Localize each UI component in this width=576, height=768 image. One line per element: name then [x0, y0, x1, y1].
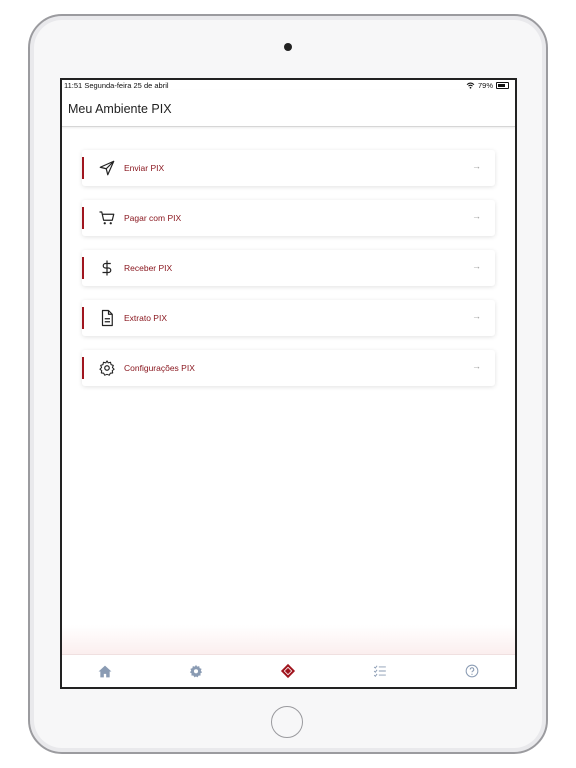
home-icon: [98, 665, 112, 677]
tab-home[interactable]: [97, 663, 113, 679]
status-bar: 11:51 Segunda-feira 25 de abril 79%: [62, 80, 515, 90]
page-title: Meu Ambiente PIX: [68, 102, 172, 116]
menu-item-enviar-pix[interactable]: Enviar PIX →: [82, 150, 495, 186]
pix-logo-icon: [280, 663, 296, 679]
bottom-gradient: [62, 625, 515, 655]
status-right: 79%: [466, 81, 509, 90]
document-icon: [101, 309, 113, 327]
app-header: Meu Ambiente PIX: [62, 90, 515, 127]
menu-item-extrato-pix[interactable]: Extrato PIX →: [82, 300, 495, 336]
tab-help[interactable]: [464, 663, 480, 679]
battery-percent: 79%: [477, 81, 493, 90]
accent-bar: [82, 357, 84, 379]
checklist-icon: [373, 665, 386, 677]
gear-icon: [99, 360, 115, 376]
status-time: 11:51: [64, 81, 83, 90]
arrow-right-icon: →: [472, 361, 481, 371]
menu-item-receber-pix[interactable]: Receber PIX →: [82, 250, 495, 286]
front-camera: [284, 43, 292, 51]
arrow-right-icon: →: [472, 261, 481, 271]
arrow-right-icon: →: [472, 311, 481, 321]
help-icon: [465, 664, 479, 678]
tab-settings[interactable]: [188, 663, 204, 679]
status-date: Segunda-feira 25 de abril: [84, 81, 169, 90]
tab-pix[interactable]: [280, 663, 296, 679]
menu-item-pagar-com-pix[interactable]: Pagar com PIX →: [82, 200, 495, 236]
arrow-right-icon: →: [472, 161, 481, 171]
status-left: 11:51 Segunda-feira 25 de abril: [64, 81, 169, 90]
app-screen: 11:51 Segunda-feira 25 de abril 79% Meu …: [60, 78, 517, 689]
accent-bar: [82, 157, 84, 179]
pix-menu: Enviar PIX → Pagar com PIX → Receber PIX…: [82, 150, 495, 400]
arrow-right-icon: →: [472, 211, 481, 221]
accent-bar: [82, 307, 84, 329]
settings-icon: [189, 664, 203, 678]
home-button[interactable]: [271, 706, 303, 738]
menu-item-configuracoes-pix[interactable]: Configurações PIX →: [82, 350, 495, 386]
accent-bar: [82, 257, 84, 279]
accent-bar: [82, 207, 84, 229]
menu-item-label: Extrato PIX: [124, 313, 167, 323]
menu-item-label: Pagar com PIX: [124, 213, 182, 223]
tab-bar: [62, 654, 515, 687]
menu-item-label: Configurações PIX: [124, 363, 195, 373]
cart-icon: [99, 211, 115, 225]
tab-checklist[interactable]: [372, 663, 388, 679]
dollar-icon: [102, 260, 112, 276]
wifi-icon: [466, 82, 475, 89]
send-icon: [99, 160, 115, 176]
battery-icon: [496, 82, 509, 89]
menu-item-label: Enviar PIX: [124, 163, 165, 173]
menu-item-label: Receber PIX: [124, 263, 173, 273]
